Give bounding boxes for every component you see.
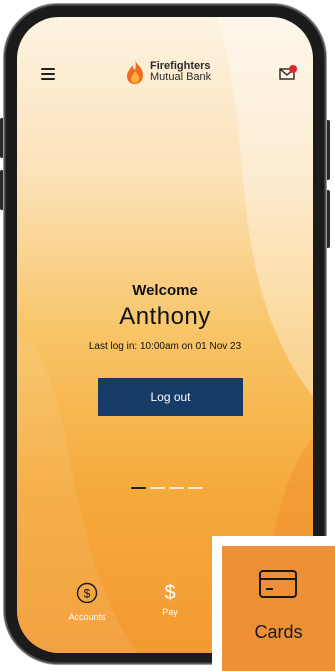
phone-power-button	[326, 190, 330, 248]
credit-card-icon	[259, 570, 297, 598]
page-indicator-dot[interactable]	[169, 487, 184, 489]
last-login-text: Last log in: 10:00am on 01 Nov 23	[88, 341, 242, 352]
nav-cards[interactable]: Cards	[212, 536, 335, 671]
flame-icon	[127, 60, 143, 84]
page-indicator-dot[interactable]	[188, 487, 203, 489]
welcome-section: Welcome Anthony Last log in: 10:00am on …	[17, 282, 313, 352]
page-indicator-dot[interactable]	[131, 487, 146, 489]
page-indicator	[131, 487, 207, 489]
nav-accounts-label: Accounts	[68, 612, 106, 622]
nav-cards-label: Cards	[254, 622, 303, 642]
welcome-label: Welcome	[132, 282, 198, 299]
page-indicator-dot[interactable]	[150, 487, 165, 489]
nav-cards-highlight: Cards	[222, 546, 335, 671]
dollar-icon: $	[164, 582, 176, 604]
phone-side-button	[326, 120, 330, 180]
hamburger-menu-icon[interactable]	[41, 68, 55, 80]
app-screenshot: Firefighters Mutual Bank Welcome Anthony…	[0, 0, 335, 671]
nav-accounts[interactable]: $ Accounts	[57, 582, 117, 622]
nav-pay-label: Pay	[162, 607, 178, 617]
mail-icon[interactable]	[279, 65, 297, 81]
user-name: Anthony	[119, 303, 211, 330]
nav-pay[interactable]: $ Pay	[140, 582, 200, 617]
notification-dot	[289, 65, 297, 73]
dollar-circle-icon: $	[76, 582, 98, 604]
svg-text:$: $	[84, 587, 91, 601]
brand-logo: Firefighters Mutual Bank	[125, 57, 211, 87]
brand-name-line2: Mutual Bank	[150, 71, 212, 83]
logout-button[interactable]: Log out	[98, 378, 243, 416]
